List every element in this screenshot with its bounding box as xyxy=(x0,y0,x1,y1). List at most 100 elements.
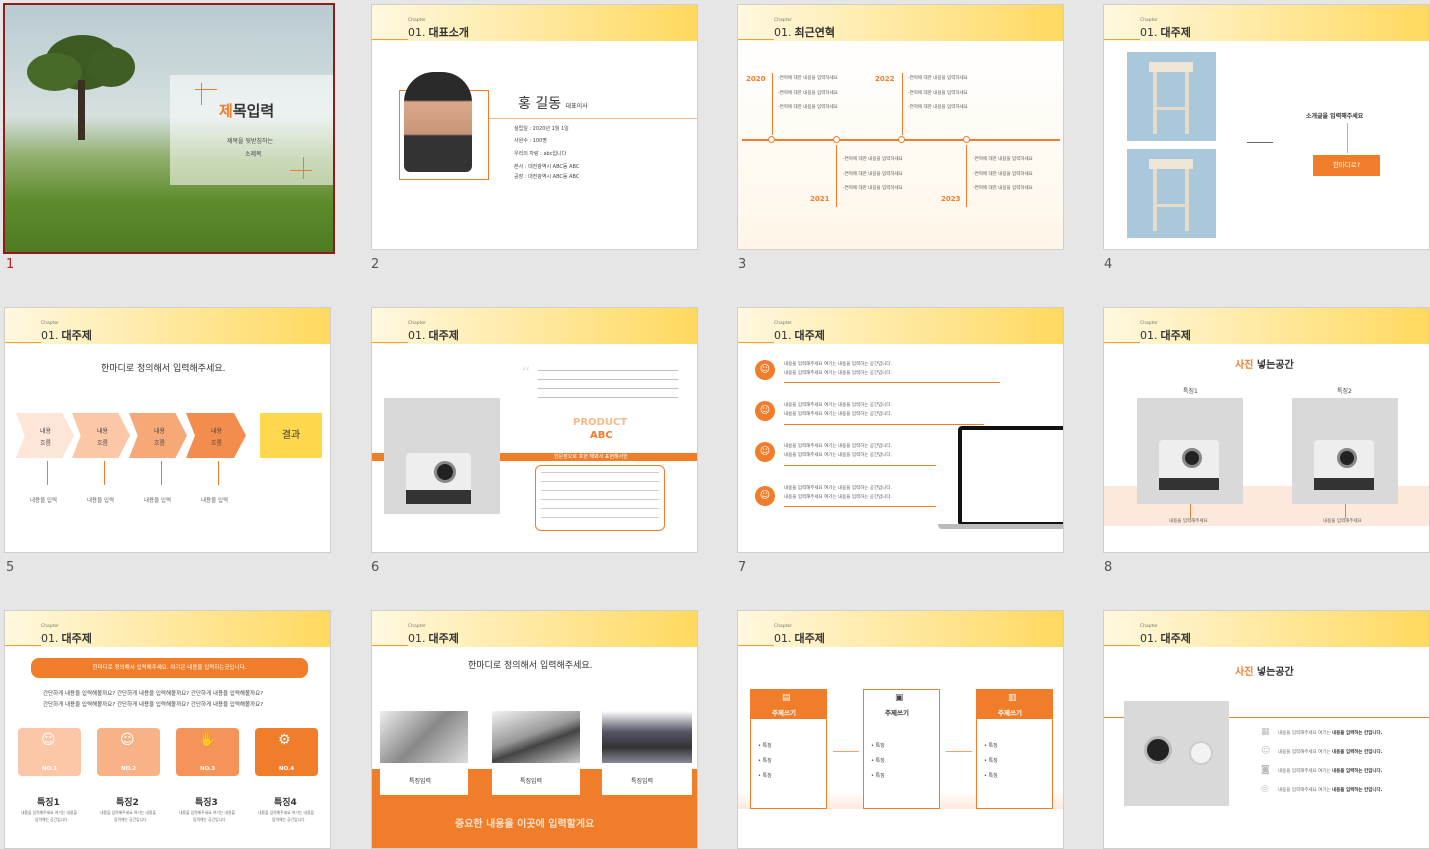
chapter-label: Chapter xyxy=(408,18,426,23)
slide-thumbnail-11[interactable]: Chapter 01. 대주제 ▤ ▣ ▥ 주제쓰기 주제쓰기 주제쓰기 • 특징 … xyxy=(737,610,1064,849)
flow-label: 흐름 xyxy=(154,440,166,447)
history-item: -연혁에 대한 내용을 입력하세요 xyxy=(973,157,1033,162)
slide-number: 4 xyxy=(1104,257,1113,272)
flow-step xyxy=(129,413,187,458)
column-title: 주제쓰기 xyxy=(885,709,909,717)
point-text: 내용을 입력해주세요 여기는 내용을 입력하는 공간입니다. xyxy=(784,362,892,367)
corner-line xyxy=(195,89,217,90)
slide-thumbnail-6[interactable]: Chapter 01. 대주제 “ PRODUCT ABC 한문장으로 포현 해봐서… xyxy=(371,307,698,553)
slide-header-title: 01. 대주제 xyxy=(41,632,92,645)
laptop-screen xyxy=(958,426,1063,526)
heading: 사진 넣는공간 xyxy=(1235,360,1294,371)
point-text: 내용을 입력해주세요 여기는 내용을 입력하는 공간입니다. xyxy=(784,486,892,491)
hand-icon: ✋ xyxy=(199,732,217,748)
flow-step xyxy=(186,413,246,458)
flow-label: 흐름 xyxy=(211,440,223,447)
heading: 한마디로 정의해서 입력해주세요. xyxy=(101,364,226,374)
year-label: 2023 xyxy=(941,195,961,203)
history-item: -연혁에 대한 내용을 입력하세요 xyxy=(778,105,838,110)
slide-header: Chapter 01. 대주제 xyxy=(372,308,697,344)
product-title: PRODUCT xyxy=(573,417,628,428)
feature-label: 특징입력 xyxy=(631,778,654,785)
feature-desc: 내용을 입력해주세요 여기는 내용을 xyxy=(258,810,315,815)
list-text-strong: 내용을 입력하는 칸입니다. xyxy=(1331,788,1383,793)
slide-number: 3 xyxy=(738,257,747,272)
flow-step xyxy=(72,413,130,458)
product-name: ABC xyxy=(590,430,613,441)
slide-header-title: 01. 대주제 xyxy=(774,329,825,342)
heading: 한마디로 정의해서 입력해주세요. xyxy=(468,661,593,671)
factory-photo xyxy=(602,711,692,763)
bullet-item: 특징 xyxy=(875,773,885,779)
slide-header-title: 01. 대주제 xyxy=(41,329,92,342)
stethoscope-photo xyxy=(492,711,580,763)
slide-number: 6 xyxy=(371,560,380,575)
column-title: 주제쓰기 xyxy=(772,709,796,717)
slide-thumbnail-5[interactable]: Chapter 01. 대주제 한마디로 정의해서 입력해주세요. 내용 흐름 내용… xyxy=(4,307,331,553)
slide-header-title: 01. 대주제 xyxy=(408,632,459,645)
chapter-label: Chapter xyxy=(41,624,59,629)
product-detail-box xyxy=(535,465,665,531)
slide-thumbnail-2[interactable]: Chapter 01. 대표소개 홍 길동 대표이사 설립일 : 2020년 1월 … xyxy=(371,4,698,250)
user-icon: ☺ xyxy=(755,401,775,421)
slide-header: Chapter 01. 대주제 xyxy=(372,611,697,647)
timeline-dot xyxy=(833,136,840,143)
list-text-strong: 내용을 입력하는 칸입니다. xyxy=(1331,750,1383,755)
slide-thumbnail-8[interactable]: Chapter 01. 대주제 사진 넣는공간 특징1 특징2 내용을 입력해주세요… xyxy=(1103,307,1430,553)
slide-header: Chapter 01. 대표소개 xyxy=(372,5,697,41)
slide-header-title: 01. 대주제 xyxy=(774,632,825,645)
camera-photo xyxy=(1292,398,1398,504)
slide-thumbnail-1[interactable]: 제목입력 제목을 뒷받침하는 소제목 xyxy=(3,3,335,254)
subtitle: 제목을 뒷받침하는 xyxy=(227,138,274,145)
stool-photo xyxy=(1127,52,1216,141)
slide-header: Chapter 01. 대주제 xyxy=(1104,5,1429,41)
caption: 내용을 입력해주세요 xyxy=(1323,519,1362,524)
chapter-label: Chapter xyxy=(1140,321,1158,326)
people-icon: ☺ xyxy=(1261,746,1271,756)
flow-label: 내용 xyxy=(211,428,223,435)
bullet-item: 특징 xyxy=(988,773,998,779)
caption: 내용을 입력해주세요 xyxy=(1169,519,1208,524)
slide-thumbnail-10[interactable]: Chapter 01. 대주제 한마디로 정의해서 입력해주세요. 특징입력 특징입… xyxy=(371,610,698,849)
profile-item: 설립일 : 2020년 1월 1일 xyxy=(514,126,569,132)
year-label: 2020 xyxy=(746,75,766,83)
feature-label: 특징입력 xyxy=(409,778,432,785)
slide-title: 제목입력 xyxy=(219,102,275,120)
feature-label: 특징입력 xyxy=(520,778,543,785)
point-text: 내용을 입력해주세요 여기는 내용을 입력하는 공간입니다. xyxy=(784,371,892,376)
flow-label: 흐름 xyxy=(40,440,52,447)
slide-thumbnail-4[interactable]: Chapter 01. 대주제 소개글을 입력해주세요 한마디로? xyxy=(1103,4,1430,250)
smile-icon: ☺ xyxy=(120,732,135,748)
globe-icon: ◎ xyxy=(1261,784,1269,794)
slide-header: Chapter 01. 대주제 xyxy=(1104,308,1429,344)
slide-header: Chapter 01. 대주제 xyxy=(1104,611,1429,647)
slide-thumbnail-7[interactable]: Chapter 01. 대주제 ☺ 내용을 입력해주세요 여기는 내용을 입력하는 … xyxy=(737,307,1064,553)
intro-text: 소개글을 입력해주세요 xyxy=(1306,113,1364,120)
laptop-base xyxy=(938,524,1063,529)
slide-thumbnail-12[interactable]: Chapter 01. 대주제 사진 넣는공간 ▦ 내용을 입력해주세요 여기는 내… xyxy=(1103,610,1430,849)
card-number: NO.1 xyxy=(42,766,58,772)
quote-icon: “ xyxy=(522,363,531,382)
feature-desc: 내용을 입력해주세요 여기는 내용을 xyxy=(21,810,78,815)
slide-header-title: 01. 대주제 xyxy=(1140,26,1191,39)
arrow-icon xyxy=(1247,142,1273,143)
chart-icon: ▤ xyxy=(782,693,791,703)
feature-desc: 입력해는 공간입니다 xyxy=(35,817,68,822)
flow-label: 흐름 xyxy=(97,440,109,447)
slide-header: Chapter 01. 최근연혁 xyxy=(738,5,1063,41)
user-icon: ☺ xyxy=(755,360,775,380)
feature-desc: 내용을 입력해주세요 여기는 내용을 xyxy=(100,810,157,815)
bullet-item: 특징 xyxy=(762,743,772,749)
list-text: 내용을 입력해주세요 여기는 xyxy=(1278,731,1331,736)
gear-icon: ⚙ xyxy=(278,732,291,748)
chapter-label: Chapter xyxy=(774,321,792,326)
slide-number: 7 xyxy=(738,560,747,575)
slide-thumbnail-9[interactable]: Chapter 01. 대주제 한마디로 정의해서 입력해주세요. 여기은 내용을 … xyxy=(4,610,331,849)
chapter-label: Chapter xyxy=(774,18,792,23)
slide-thumbnail-3[interactable]: Chapter 01. 최근연혁 2020 2022 2021 2023 -연혁에 … xyxy=(737,4,1064,250)
product-banner: 한문장으로 포현 해봐서 표현해서한 xyxy=(554,454,628,460)
slide-header: Chapter 01. 대주제 xyxy=(738,308,1063,344)
corner-line xyxy=(303,157,304,179)
card-number: NO.2 xyxy=(121,766,137,772)
profile-item: 본사 : 대전광역시 ABC동 ABC xyxy=(514,164,580,170)
